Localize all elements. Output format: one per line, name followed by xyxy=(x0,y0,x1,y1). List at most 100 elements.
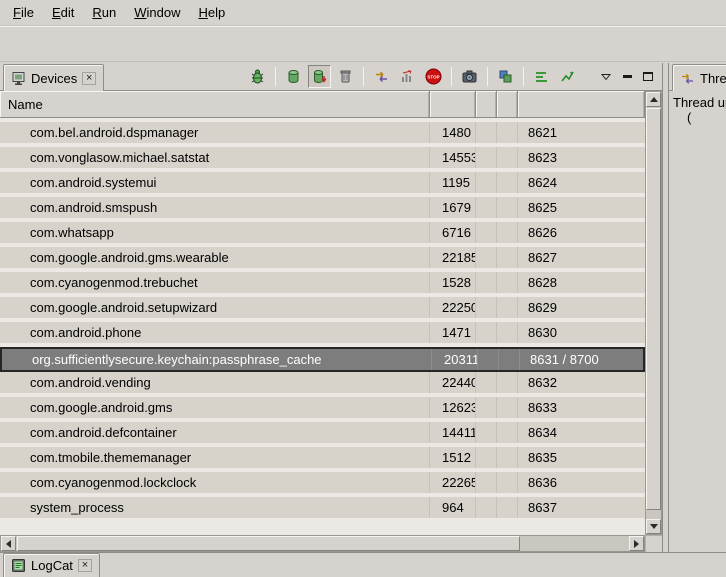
tab-devices[interactable]: Devices × xyxy=(3,64,104,91)
empty-cell xyxy=(497,272,518,293)
port-cell: 8627 xyxy=(518,247,645,268)
table-row[interactable]: com.cyanogenmod.lockclock222658636 xyxy=(0,472,645,497)
column-header-4[interactable] xyxy=(497,91,518,118)
column-header-name[interactable]: Name xyxy=(0,91,430,118)
maximize-button[interactable] xyxy=(639,68,657,86)
scroll-left-button[interactable] xyxy=(1,536,16,551)
stop-process-button[interactable]: STOP xyxy=(422,65,445,88)
table-row[interactable]: com.android.defcontainer144118634 xyxy=(0,422,645,447)
empty-cell xyxy=(476,197,497,218)
opengl-trace-button[interactable] xyxy=(556,65,579,88)
table-row[interactable]: com.whatsapp67168626 xyxy=(0,222,645,247)
cause-gc-button[interactable] xyxy=(334,65,357,88)
table-row[interactable]: com.android.smspush16798625 xyxy=(0,197,645,222)
view-menu-button[interactable] xyxy=(597,68,615,86)
tab-logcat[interactable]: LogCat × xyxy=(3,553,100,577)
start-method-profiling-button[interactable] xyxy=(396,65,419,88)
vertical-scrollbar[interactable] xyxy=(645,91,662,535)
port-cell: 8637 xyxy=(518,497,645,518)
table-row[interactable]: com.android.phone14718630 xyxy=(0,322,645,347)
process-name-cell: org.sufficientlysecure.keychain:passphra… xyxy=(2,349,432,370)
table-row[interactable]: com.android.systemui11958624 xyxy=(0,172,645,197)
table-row[interactable]: com.google.android.setupwizard222508629 xyxy=(0,297,645,322)
table-row[interactable]: com.cyanogenmod.trebuchet15288628 xyxy=(0,272,645,297)
empty-cell xyxy=(497,222,518,243)
menu-edit[interactable]: Edit xyxy=(43,1,83,24)
systrace-icon xyxy=(533,68,550,85)
scroll-down-button[interactable] xyxy=(646,519,661,534)
menu-window[interactable]: Window xyxy=(125,1,189,24)
arrow-down-icon xyxy=(650,524,658,529)
table-row[interactable]: com.google.android.gms.wearable221858627 xyxy=(0,247,645,272)
table-row[interactable]: com.android.vending224408632 xyxy=(0,372,645,397)
port-cell: 8623 xyxy=(518,147,645,168)
process-name-cell: com.whatsapp xyxy=(0,222,430,243)
menu-help[interactable]: Help xyxy=(189,1,234,24)
table-row[interactable]: com.google.android.gms126238633 xyxy=(0,397,645,422)
empty-cell xyxy=(476,372,497,393)
column-header-3[interactable] xyxy=(476,91,497,118)
empty-cell xyxy=(497,297,518,318)
pid-cell: 1512 xyxy=(430,447,476,468)
update-heap-button[interactable] xyxy=(282,65,305,88)
column-header-pid[interactable] xyxy=(430,91,476,118)
threads-view: Threa Thread up ( xyxy=(668,63,726,552)
dump-view-hierarchy-button[interactable] xyxy=(494,65,517,88)
tab-threads[interactable]: Threa xyxy=(672,64,726,91)
update-heap-icon xyxy=(285,68,302,85)
process-name-cell: com.android.defcontainer xyxy=(0,422,430,443)
stop-process-icon: STOP xyxy=(425,68,442,85)
port-cell: 8632 xyxy=(518,372,645,393)
pid-cell: 14553 xyxy=(430,147,476,168)
pid-cell: 1679 xyxy=(430,197,476,218)
horizontal-scrollbar[interactable] xyxy=(0,535,645,552)
empty-cell xyxy=(497,422,518,443)
toolbar-separator xyxy=(523,67,524,86)
table-row[interactable]: com.bel.android.dspmanager14808621 xyxy=(0,122,645,147)
table-row[interactable]: system_process9648637 xyxy=(0,497,645,522)
table-row[interactable]: com.vonglasow.michael.satstat145538623 xyxy=(0,147,645,172)
update-threads-button[interactable] xyxy=(370,65,393,88)
screen-capture-button[interactable] xyxy=(458,65,481,88)
empty-cell xyxy=(476,322,497,343)
port-cell: 8631 / 8700 xyxy=(520,349,643,370)
debug-process-button[interactable] xyxy=(246,65,269,88)
scroll-up-button[interactable] xyxy=(646,92,661,107)
horizontal-scrollbar-track[interactable] xyxy=(16,536,629,551)
dump-hprof-button[interactable] xyxy=(308,65,331,88)
horizontal-scrollbar-thumb[interactable] xyxy=(17,536,520,551)
arrow-right-icon xyxy=(634,540,639,548)
process-name-cell: com.google.android.gms xyxy=(0,397,430,418)
close-icon[interactable]: × xyxy=(82,72,96,85)
process-name-cell: com.cyanogenmod.lockclock xyxy=(0,472,430,493)
port-cell: 8633 xyxy=(518,397,645,418)
devices-table: Name com.bel.android.dspmanager14808621 c… xyxy=(0,91,662,552)
pid-cell: 20311 xyxy=(432,349,478,370)
table-row[interactable]: org.sufficientlysecure.keychain:passphra… xyxy=(0,347,645,372)
pid-cell: 1528 xyxy=(430,272,476,293)
pid-cell: 14411 xyxy=(430,422,476,443)
vertical-scrollbar-thumb[interactable] xyxy=(646,108,661,510)
column-header-port[interactable] xyxy=(518,91,645,118)
update-threads-icon xyxy=(373,68,390,85)
systrace-button[interactable] xyxy=(530,65,553,88)
minimize-button[interactable] xyxy=(618,68,636,86)
empty-cell xyxy=(476,122,497,143)
menu-file[interactable]: File xyxy=(4,1,43,24)
tab-devices-label: Devices xyxy=(31,71,77,86)
empty-cell xyxy=(476,497,497,518)
empty-cell xyxy=(499,349,520,370)
menu-run[interactable]: Run xyxy=(83,1,125,24)
logcat-bar: LogCat × xyxy=(0,552,726,577)
empty-cell xyxy=(497,247,518,268)
close-icon[interactable]: × xyxy=(78,559,92,572)
scrollbar-corner xyxy=(645,535,662,552)
dump-view-hierarchy-icon xyxy=(497,68,514,85)
threads-message: Thread up ( xyxy=(669,91,726,125)
scroll-right-button[interactable] xyxy=(629,536,644,551)
table-row[interactable]: com.tmobile.thememanager15128635 xyxy=(0,447,645,472)
empty-cell xyxy=(476,147,497,168)
threads-message-line2: ( xyxy=(673,110,726,125)
process-name-cell: com.cyanogenmod.trebuchet xyxy=(0,272,430,293)
debug-process-icon xyxy=(249,68,266,85)
